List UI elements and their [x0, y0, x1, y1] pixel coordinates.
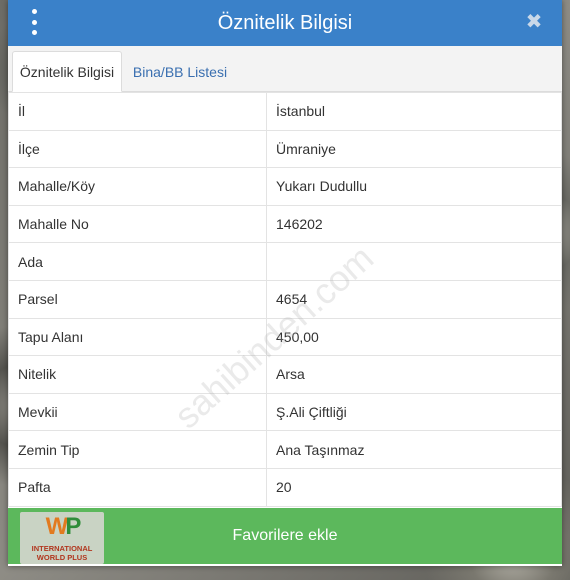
attribute-value: 146202: [266, 204, 562, 244]
dialog-header: Öznitelik Bilgisi ✖: [8, 0, 562, 46]
attribute-value: Ana Taşınmaz: [266, 430, 562, 469]
logo-line-1: INTERNATIONAL: [31, 544, 93, 553]
attribute-label: Zemin Tip: [8, 430, 267, 469]
attribute-label: İl: [8, 92, 267, 131]
attribute-label: Mevkii: [8, 392, 267, 432]
attribute-label: Mahalle No: [8, 204, 267, 244]
attribute-value: Ümraniye: [266, 129, 562, 169]
table-row: Tapu Alanı 450,00: [8, 317, 562, 357]
attribute-label: Mahalle/Köy: [8, 167, 267, 206]
kebab-dot: [31, 19, 37, 25]
attribute-value: Ş.Ali Çiftliği: [266, 392, 562, 432]
company-logo: WP INTERNATIONAL WORLD PLUS: [20, 512, 104, 564]
attribute-label: Pafta: [8, 467, 267, 507]
attribute-value: [266, 242, 562, 281]
close-icon[interactable]: ✖: [522, 9, 546, 35]
attribute-value: 450,00: [266, 317, 562, 357]
attribute-value: Arsa: [266, 355, 562, 394]
dialog-title: Öznitelik Bilgisi: [217, 11, 353, 34]
table-row: Ada: [8, 242, 562, 281]
table-row: Mevkii Ş.Ali Çiftliği: [8, 392, 562, 432]
attribute-table: İl İstanbul İlçe Ümraniye Mahalle/Köy Yu…: [8, 92, 562, 507]
attribute-label: İlçe: [8, 129, 267, 169]
attribute-value: 20: [266, 467, 562, 507]
attribute-label: Parsel: [8, 279, 267, 319]
kebab-menu-icon[interactable]: [26, 9, 42, 35]
table-row: Mahalle No 146202: [8, 204, 562, 244]
tab-bar: Öznitelik Bilgisi Bina/BB Listesi: [8, 46, 562, 92]
attribute-label: Nitelik: [8, 355, 267, 394]
attribute-label: Ada: [8, 242, 267, 281]
tab-building-list[interactable]: Bina/BB Listesi: [126, 51, 234, 92]
table-row: İl İstanbul: [8, 92, 562, 131]
attribute-value: İstanbul: [266, 92, 562, 131]
table-row: Parsel 4654: [8, 279, 562, 319]
kebab-dot: [31, 9, 37, 14]
logo-mark-icon: WP: [38, 514, 86, 540]
table-row: Mahalle/Köy Yukarı Dudullu: [8, 167, 562, 206]
table-row: Zemin Tip Ana Taşınmaz: [8, 430, 562, 469]
logo-mark-w: W: [45, 513, 69, 540]
logo-line-2: WORLD PLUS: [36, 553, 88, 562]
table-row: Nitelik Arsa: [8, 355, 562, 394]
attribute-info-dialog: Öznitelik Bilgisi ✖ Öznitelik Bilgisi Bi…: [8, 0, 562, 566]
tab-attribute-info[interactable]: Öznitelik Bilgisi: [12, 51, 122, 92]
attribute-label: Tapu Alanı: [8, 317, 267, 357]
logo-text: INTERNATIONAL WORLD PLUS: [20, 544, 104, 562]
attribute-value: 4654: [266, 279, 562, 319]
logo-mark-p: P: [65, 513, 81, 540]
attribute-value: Yukarı Dudullu: [266, 167, 562, 206]
table-row: İlçe Ümraniye: [8, 129, 562, 169]
kebab-dot: [31, 30, 37, 35]
table-row: Pafta 20: [8, 467, 562, 507]
